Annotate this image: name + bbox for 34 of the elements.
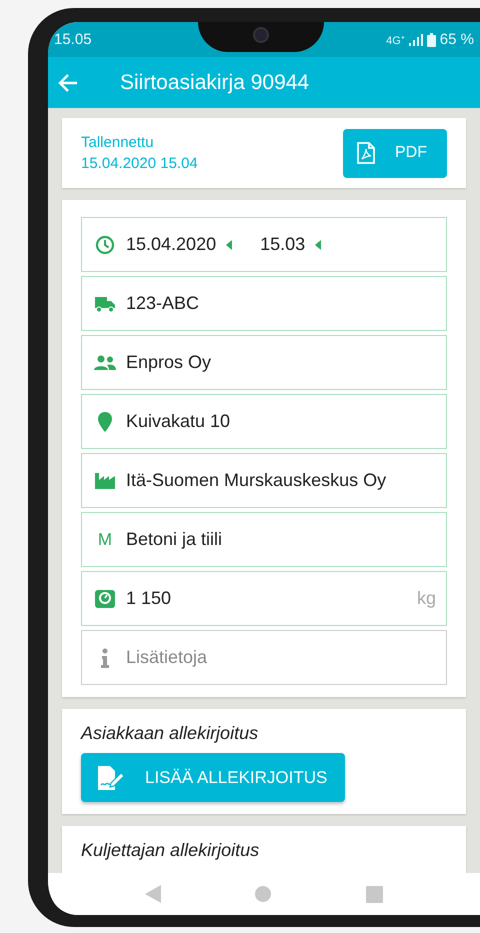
saved-label: Tallennettu — [81, 134, 155, 151]
signature-title: Kuljettajan allekirjoitus — [81, 840, 260, 861]
network-type: 4G⁺ — [386, 34, 405, 47]
signature-title: Asiakkaan allekirjoitus — [81, 723, 258, 744]
weight-value: 1 150 — [126, 588, 172, 609]
saved-datetime: 15.04.2020 15.04 — [81, 155, 198, 172]
camera-icon — [253, 27, 269, 43]
pdf-button[interactable]: PDF — [343, 128, 447, 178]
address-value: Kuivakatu 10 — [126, 411, 230, 432]
material-icon: M — [94, 530, 116, 550]
back-icon[interactable] — [58, 74, 78, 92]
app-title: Siirtoasiakirja 90944 — [120, 70, 310, 94]
notes-placeholder: Lisätietoja — [126, 647, 208, 668]
material-value: Betoni ja tiili — [126, 529, 222, 550]
caret-left-icon[interactable] — [315, 240, 322, 250]
time-value: 15.03 — [260, 234, 306, 255]
factory-icon — [94, 472, 116, 488]
notes-field[interactable]: Lisätietoja — [81, 630, 447, 685]
date-value: 15.04.2020 — [126, 234, 216, 255]
people-icon — [94, 354, 116, 370]
unit-label: kg — [416, 588, 436, 609]
battery-icon — [426, 32, 436, 46]
customer-value: Enpros Oy — [126, 352, 212, 373]
scale-icon — [94, 588, 116, 608]
signal-icon — [408, 34, 423, 46]
add-signature-button[interactable]: LISÄÄ ALLEKIRJOITUS — [81, 753, 346, 802]
pdf-file-icon — [357, 142, 375, 164]
clock-icon — [94, 234, 116, 254]
truck-icon — [94, 294, 116, 312]
status-time: 15.05 — [54, 31, 92, 48]
site-value: Itä-Suomen Murskauskeskus Oy — [126, 470, 386, 491]
caret-left-icon[interactable] — [226, 240, 232, 250]
battery-level: 65 % — [440, 31, 474, 48]
vehicle-value: 123-ABC — [126, 293, 200, 314]
